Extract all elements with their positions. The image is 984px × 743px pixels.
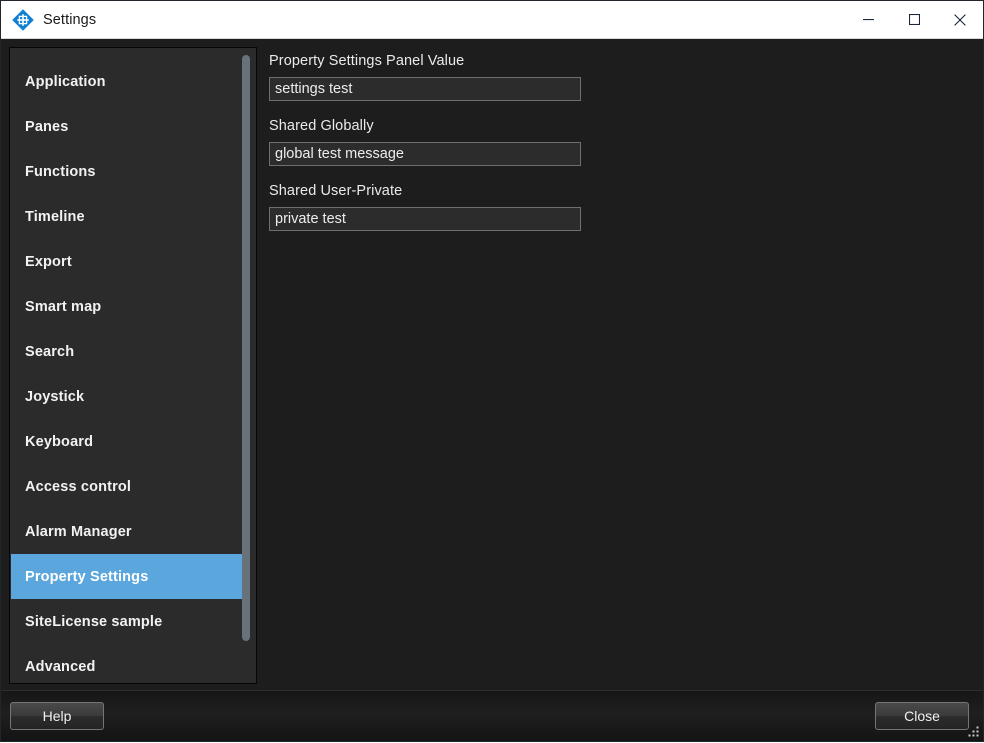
close-dialog-button[interactable]: Close [875, 702, 969, 730]
sidebar-item-timeline[interactable]: Timeline [11, 194, 248, 239]
help-button[interactable]: Help [10, 702, 104, 730]
minimize-button[interactable] [845, 1, 891, 38]
field-label: Shared User-Private [269, 183, 403, 199]
sidebar-scrollbar[interactable] [239, 48, 253, 683]
xprotect-diamond-icon [12, 8, 34, 31]
sidebar-item-label: Application [25, 73, 106, 90]
sidebar-item-label: Property Settings [25, 568, 149, 585]
sidebar-item-label: SiteLicense sample [25, 613, 163, 630]
dialog-footer: Help Close [1, 690, 983, 741]
sidebar-item-label: Smart map [25, 298, 102, 315]
sidebar-item-label: Access control [25, 478, 132, 495]
sidebar-item-label: Timeline [25, 208, 85, 225]
sidebar-item-label: Search [25, 343, 75, 360]
sidebar-item-access-control[interactable]: Access control [11, 464, 248, 509]
sidebar-item-alarm-manager[interactable]: Alarm Manager [11, 509, 248, 554]
field-group-shared-globally: Shared Globally [269, 117, 983, 166]
sidebar-item-label: Panes [25, 118, 69, 135]
sidebar-item-property-settings[interactable]: Property Settings [11, 554, 248, 599]
sidebar-item-label: Alarm Manager [25, 523, 132, 540]
window-title: Settings [43, 11, 97, 28]
sidebar-item-label: Keyboard [25, 433, 94, 450]
maximize-button[interactable] [891, 1, 937, 38]
resize-grip-icon[interactable] [967, 725, 980, 738]
window-body: Application Panes Functions Timeline Exp… [1, 39, 983, 690]
sidebar-item-panes[interactable]: Panes [11, 104, 248, 149]
sidebar-item-search[interactable]: Search [11, 329, 248, 374]
sidebar-item-application[interactable]: Application [11, 59, 248, 104]
property-settings-pane: Property Settings Panel Value Shared Glo… [257, 47, 983, 690]
sidebar-scrollbar-thumb[interactable] [242, 55, 250, 641]
sidebar-item-functions[interactable]: Functions [11, 149, 248, 194]
shared-user-private-input[interactable] [269, 207, 581, 231]
sidebar-item-export[interactable]: Export [11, 239, 248, 284]
settings-window: Settings Application Panes Functions Tim… [0, 0, 984, 742]
close-button[interactable] [937, 1, 983, 38]
field-group-shared-user-private: Shared User-Private [269, 182, 983, 231]
shared-globally-input[interactable] [269, 142, 581, 166]
titlebar: Settings [1, 1, 983, 39]
field-group-panel-value: Property Settings Panel Value [269, 52, 983, 101]
panel-value-input[interactable] [269, 77, 581, 101]
sidebar-item-advanced[interactable]: Advanced [11, 644, 248, 683]
sidebar-item-label: Functions [25, 163, 96, 180]
sidebar-nav-list: Application Panes Functions Timeline Exp… [10, 48, 256, 683]
sidebar-item-label: Joystick [25, 388, 85, 405]
maximize-icon [908, 14, 920, 25]
sidebar-item-joystick[interactable]: Joystick [11, 374, 248, 419]
close-icon [954, 13, 966, 26]
minimize-icon [862, 19, 874, 21]
settings-sidebar: Application Panes Functions Timeline Exp… [9, 47, 257, 684]
field-label: Shared Globally [269, 118, 374, 134]
window-controls [845, 1, 983, 38]
sidebar-item-keyboard[interactable]: Keyboard [11, 419, 248, 464]
sidebar-item-smart-map[interactable]: Smart map [11, 284, 248, 329]
sidebar-item-label: Export [25, 253, 72, 270]
sidebar-item-label: Advanced [25, 658, 96, 675]
field-label: Property Settings Panel Value [269, 53, 465, 69]
sidebar-item-sitelicense-sample[interactable]: SiteLicense sample [11, 599, 248, 644]
